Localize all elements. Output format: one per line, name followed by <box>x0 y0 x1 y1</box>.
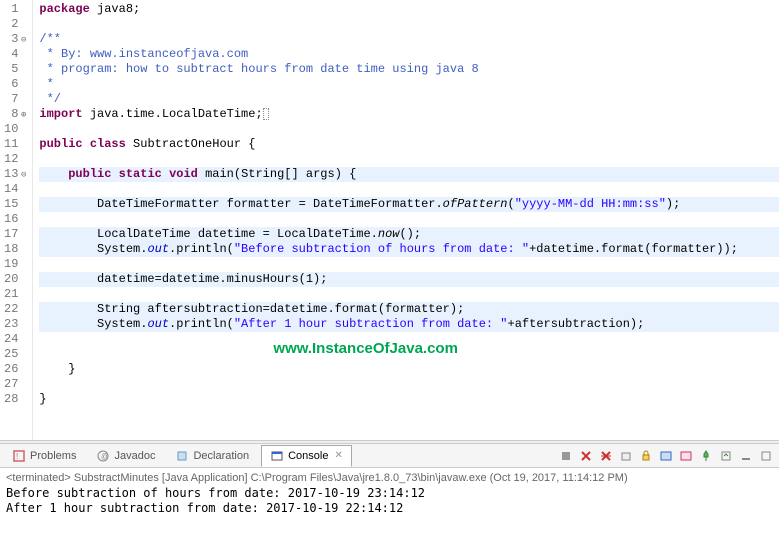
line-number: 12 <box>4 152 26 167</box>
line-number: 23 <box>4 317 26 332</box>
code-line[interactable]: * By: www.instanceofjava.com <box>39 47 779 62</box>
maximize-button[interactable] <box>757 447 775 465</box>
tab-console[interactable]: Console ✕ <box>261 445 352 467</box>
line-number: 3⊖ <box>4 32 26 47</box>
svg-text:!: ! <box>16 452 18 461</box>
code-line[interactable]: datetime=datetime.minusHours(1); <box>39 272 779 287</box>
code-line[interactable] <box>39 377 779 392</box>
line-number: 19 <box>4 257 26 272</box>
code-line[interactable] <box>39 182 779 197</box>
line-number: 27 <box>4 377 26 392</box>
console-line: Before subtraction of hours from date: 2… <box>6 486 773 501</box>
tab-javadoc[interactable]: @ Javadoc <box>88 446 163 466</box>
code-line[interactable]: System.out.println("Before subtraction o… <box>39 242 779 257</box>
clear-console-button[interactable] <box>617 447 635 465</box>
open-console-button[interactable] <box>717 447 735 465</box>
javadoc-icon: @ <box>96 449 110 463</box>
code-line[interactable]: import java.time.LocalDateTime; <box>39 107 779 122</box>
tab-problems[interactable]: ! Problems <box>4 446 84 466</box>
console-output[interactable]: <terminated> SubstractMinutes [Java Appl… <box>0 468 779 520</box>
svg-text:@: @ <box>101 452 109 461</box>
code-line[interactable]: DateTimeFormatter formatter = DateTimeFo… <box>39 197 779 212</box>
line-number: 13⊖ <box>4 167 26 182</box>
tab-label: Console <box>288 450 328 462</box>
console-toolbar <box>557 447 775 465</box>
line-number: 14 <box>4 182 26 197</box>
code-line[interactable] <box>39 257 779 272</box>
line-number: 26 <box>4 362 26 377</box>
code-line[interactable]: public class SubtractOneHour { <box>39 137 779 152</box>
line-number: 20 <box>4 272 26 287</box>
code-line[interactable]: LocalDateTime datetime = LocalDateTime.n… <box>39 227 779 242</box>
line-number: 22 <box>4 302 26 317</box>
line-number: 2 <box>4 17 26 32</box>
code-line[interactable]: } <box>39 392 779 407</box>
line-number: 4 <box>4 47 26 62</box>
declaration-icon <box>175 449 189 463</box>
code-line[interactable]: public static void main(String[] args) { <box>39 167 779 182</box>
tab-label: Problems <box>30 450 76 462</box>
line-number: 1 <box>4 2 26 17</box>
terminate-button[interactable] <box>557 447 575 465</box>
line-number: 5 <box>4 62 26 77</box>
remove-launch-button[interactable] <box>577 447 595 465</box>
line-number: 25 <box>4 347 26 362</box>
code-line[interactable] <box>39 212 779 227</box>
remove-all-button[interactable] <box>597 447 615 465</box>
tab-label: Declaration <box>193 450 249 462</box>
code-line[interactable]: /** <box>39 32 779 47</box>
line-number: 28 <box>4 392 26 407</box>
line-number: 21 <box>4 287 26 302</box>
code-line[interactable] <box>39 122 779 137</box>
problems-icon: ! <box>12 449 26 463</box>
code-line[interactable]: package java8; <box>39 2 779 17</box>
bottom-tabs: ! Problems @ Javadoc Declaration Console… <box>0 444 779 468</box>
code-line[interactable]: String aftersubtraction=datetime.format(… <box>39 302 779 317</box>
display-selected-button[interactable] <box>677 447 695 465</box>
tab-declaration[interactable]: Declaration <box>167 446 257 466</box>
pin-console-button[interactable] <box>697 447 715 465</box>
console-meta: <terminated> SubstractMinutes [Java Appl… <box>6 472 773 484</box>
code-line[interactable]: System.out.println("After 1 hour subtrac… <box>39 317 779 332</box>
line-number: 16 <box>4 212 26 227</box>
code-area[interactable]: www.InstanceOfJava.com package java8; /**… <box>33 0 779 440</box>
line-number-gutter: 123⊖45678⊕10111213⊖141516171819202122232… <box>0 0 33 440</box>
minimize-button[interactable] <box>737 447 755 465</box>
line-number: 11 <box>4 137 26 152</box>
line-number: 10 <box>4 122 26 137</box>
code-line[interactable]: * <box>39 77 779 92</box>
line-number: 24 <box>4 332 26 347</box>
code-line[interactable]: * program: how to subtract hours from da… <box>39 62 779 77</box>
code-line[interactable]: } <box>39 362 779 377</box>
console-line: After 1 hour subtraction from date: 2017… <box>6 501 773 516</box>
show-console-button[interactable] <box>657 447 675 465</box>
close-icon[interactable]: ✕ <box>334 450 342 461</box>
line-number: 6 <box>4 77 26 92</box>
line-number: 8⊕ <box>4 107 26 122</box>
scroll-lock-button[interactable] <box>637 447 655 465</box>
code-line[interactable] <box>39 152 779 167</box>
console-icon <box>270 449 284 463</box>
line-number: 7 <box>4 92 26 107</box>
code-editor[interactable]: 123⊖45678⊕10111213⊖141516171819202122232… <box>0 0 779 440</box>
line-number: 17 <box>4 227 26 242</box>
code-line[interactable]: */ <box>39 92 779 107</box>
watermark-text: www.InstanceOfJava.com <box>273 340 458 357</box>
tab-label: Javadoc <box>114 450 155 462</box>
line-number: 15 <box>4 197 26 212</box>
code-line[interactable] <box>39 287 779 302</box>
code-line[interactable] <box>39 17 779 32</box>
line-number: 18 <box>4 242 26 257</box>
